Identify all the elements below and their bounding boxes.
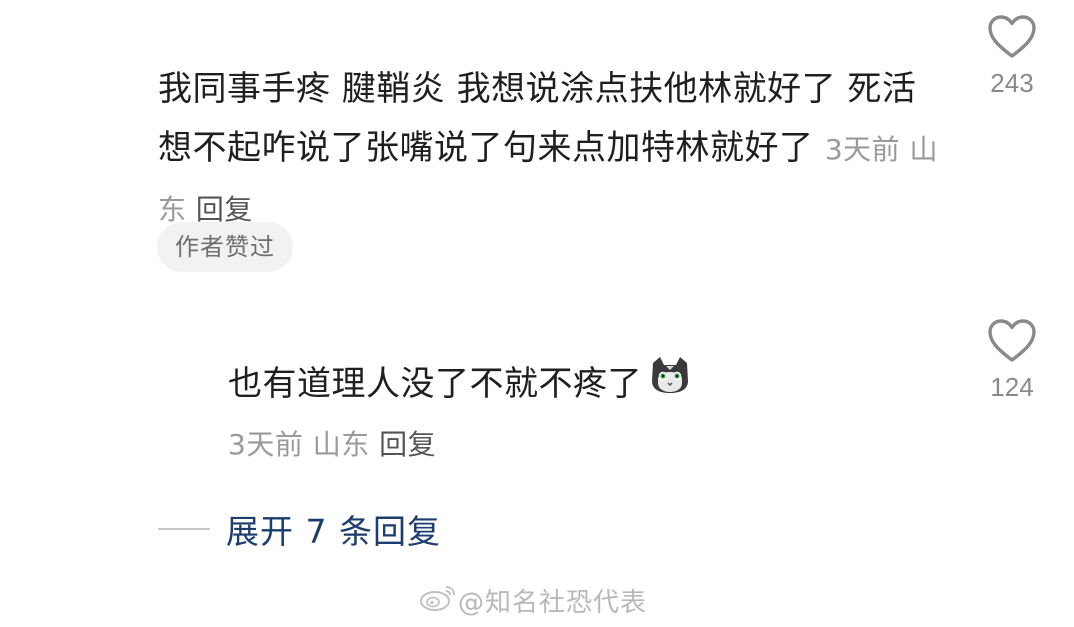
reply-like-count: 124 [990, 372, 1034, 402]
heart-icon [982, 14, 1042, 60]
expand-replies-button[interactable]: 展开 7 条回复 [158, 505, 441, 553]
heart-icon [982, 318, 1042, 364]
comment-like-button[interactable]: 243 [982, 14, 1042, 99]
reply-time: 3天前 [228, 428, 304, 461]
divider-line [158, 528, 210, 530]
comment-body: 我同事手疼 腱鞘炎 我想说涂点扶他林就好了 死活想不起咋说了张嘴说了句来点加特林… [158, 60, 948, 239]
comment-thread: 我同事手疼 腱鞘炎 我想说涂点扶他林就好了 死活想不起咋说了张嘴说了句来点加特林… [0, 0, 1074, 627]
author-liked-badge: 作者赞过 [157, 222, 293, 272]
cat-face-emoji-icon [648, 355, 692, 412]
reply-location: 山东 [312, 428, 370, 461]
watermark-text: @知名社恐代表 [458, 588, 648, 618]
comment-text: 我同事手疼 腱鞘炎 我想说涂点扶他林就好了 死活想不起咋说了张嘴说了句来点加特林… [158, 69, 917, 168]
reply-body: 也有道理人没了不就不疼了 [228, 355, 692, 412]
reply-reply-button[interactable]: 回复 [379, 428, 436, 461]
watermark: @知名社恐代表 [418, 582, 647, 619]
reply-like-button[interactable]: 124 [982, 318, 1042, 403]
comment-time: 3天前 [824, 133, 901, 166]
reply-meta: 3天前 山东 回复 [228, 423, 436, 463]
comment-like-count: 243 [990, 68, 1034, 98]
expand-replies-label: 展开 7 条回复 [226, 512, 441, 551]
reply-text: 也有道理人没了不就不疼了 [228, 363, 642, 404]
weibo-icon [418, 582, 458, 619]
